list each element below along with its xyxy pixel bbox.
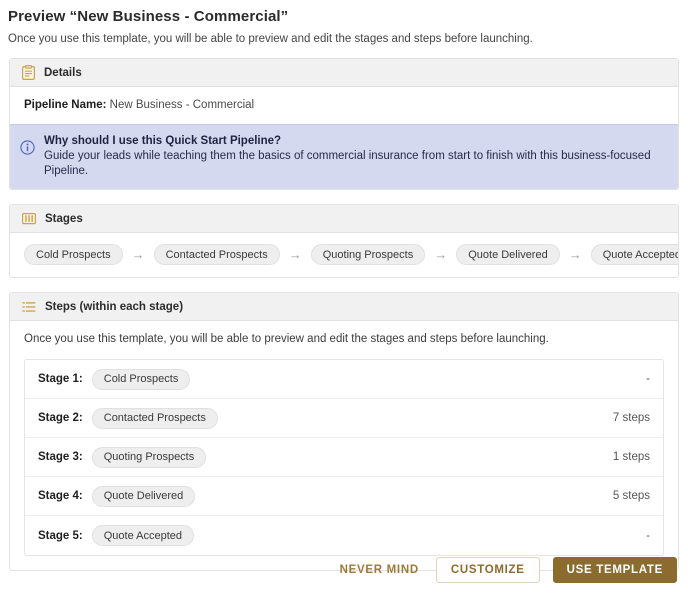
info-circle-icon <box>20 140 35 160</box>
step-count: - <box>646 529 650 542</box>
step-count: - <box>646 373 650 385</box>
step-count: 7 steps <box>612 412 650 424</box>
stages-panel-header: Stages <box>10 205 678 233</box>
table-row[interactable]: Stage 5: Quote Accepted - <box>25 516 663 555</box>
stage-flow: Cold Prospects → Contacted Prospects → Q… <box>10 233 678 277</box>
never-mind-button[interactable]: NEVER MIND <box>336 558 423 582</box>
step-count: 5 steps <box>612 490 650 502</box>
stage-pill: Quoting Prospects <box>91 446 207 468</box>
table-row[interactable]: Stage 3: Quoting Prospects 1 steps <box>25 438 663 477</box>
pipeline-name-value: New Business - Commercial <box>109 99 255 111</box>
stage-pill: Quote Delivered <box>91 485 196 507</box>
page-title: Preview “New Business - Commercial” <box>8 8 289 25</box>
page-header: Preview “New Business - Commercial” Once… <box>0 0 688 46</box>
arrow-right-icon: → <box>131 247 145 262</box>
stage-pill: Quote Delivered <box>456 244 560 265</box>
arrow-right-icon: → <box>288 247 302 262</box>
customize-button[interactable]: CUSTOMIZE <box>435 557 540 583</box>
table-row[interactable]: Stage 4: Quote Delivered 5 steps <box>25 477 663 516</box>
steps-intro-text: Once you use this template, you will be … <box>24 333 549 345</box>
pipeline-name-label: Pipeline Name: <box>24 99 107 111</box>
stage-pill: Quoting Prospects <box>310 244 426 265</box>
details-panel-header: Details <box>10 59 678 87</box>
callout-body: Why should I use this Quick Start Pipeli… <box>44 134 666 179</box>
stage-pill: Contacted Prospects <box>91 407 218 429</box>
quick-start-callout: Why should I use this Quick Start Pipeli… <box>10 124 678 189</box>
steps-table: Stage 1: Cold Prospects - Stage 2: Conta… <box>24 359 664 556</box>
steps-panel: Steps (within each stage) Once you use t… <box>9 292 679 571</box>
stage-number-label: Stage 4: <box>38 490 83 502</box>
stage-number-label: Stage 3: <box>38 451 83 463</box>
details-panel: Details Pipeline Name: New Business - Co… <box>9 58 679 190</box>
stage-number-label: Stage 2: <box>38 412 83 424</box>
arrow-right-icon: → <box>434 247 448 262</box>
stage-pill: Contacted Prospects <box>153 244 280 265</box>
table-row[interactable]: Stage 2: Contacted Prospects 7 steps <box>25 399 663 438</box>
use-template-button[interactable]: USE TEMPLATE <box>552 557 677 583</box>
stage-number-label: Stage 1: <box>38 373 83 385</box>
step-count: 1 steps <box>612 451 650 463</box>
stage-pill: Quote Accepted <box>590 244 678 265</box>
stages-panel: Stages Cold Prospects → Contacted Prospe… <box>9 204 679 278</box>
steps-panel-header: Steps (within each stage) <box>10 293 678 321</box>
columns-icon <box>22 212 36 225</box>
footer-actions: NEVER MIND CUSTOMIZE USE TEMPLATE <box>336 553 688 587</box>
details-panel-body: Pipeline Name: New Business - Commercial <box>10 87 678 124</box>
stages-panel-title: Stages <box>45 212 83 225</box>
table-row[interactable]: Stage 1: Cold Prospects - <box>25 360 663 399</box>
stage-number-label: Stage 5: <box>38 529 83 542</box>
stage-pill: Cold Prospects <box>24 244 123 265</box>
stage-pill: Cold Prospects <box>91 368 191 390</box>
page-subtitle: Once you use this template, you will be … <box>8 33 533 45</box>
steps-panel-title: Steps (within each stage) <box>45 300 184 313</box>
callout-text: Guide your leads while teaching them the… <box>44 150 651 177</box>
preview-pipeline-page: Preview “New Business - Commercial” Once… <box>0 0 688 594</box>
pipeline-name-row: Pipeline Name: New Business - Commercial <box>24 98 664 113</box>
list-icon <box>22 301 36 313</box>
details-panel-title: Details <box>44 66 82 79</box>
stage-pill: Quote Accepted <box>91 525 195 546</box>
callout-title: Why should I use this Quick Start Pipeli… <box>44 135 282 147</box>
arrow-right-icon: → <box>568 247 582 262</box>
clipboard-icon <box>22 65 35 80</box>
